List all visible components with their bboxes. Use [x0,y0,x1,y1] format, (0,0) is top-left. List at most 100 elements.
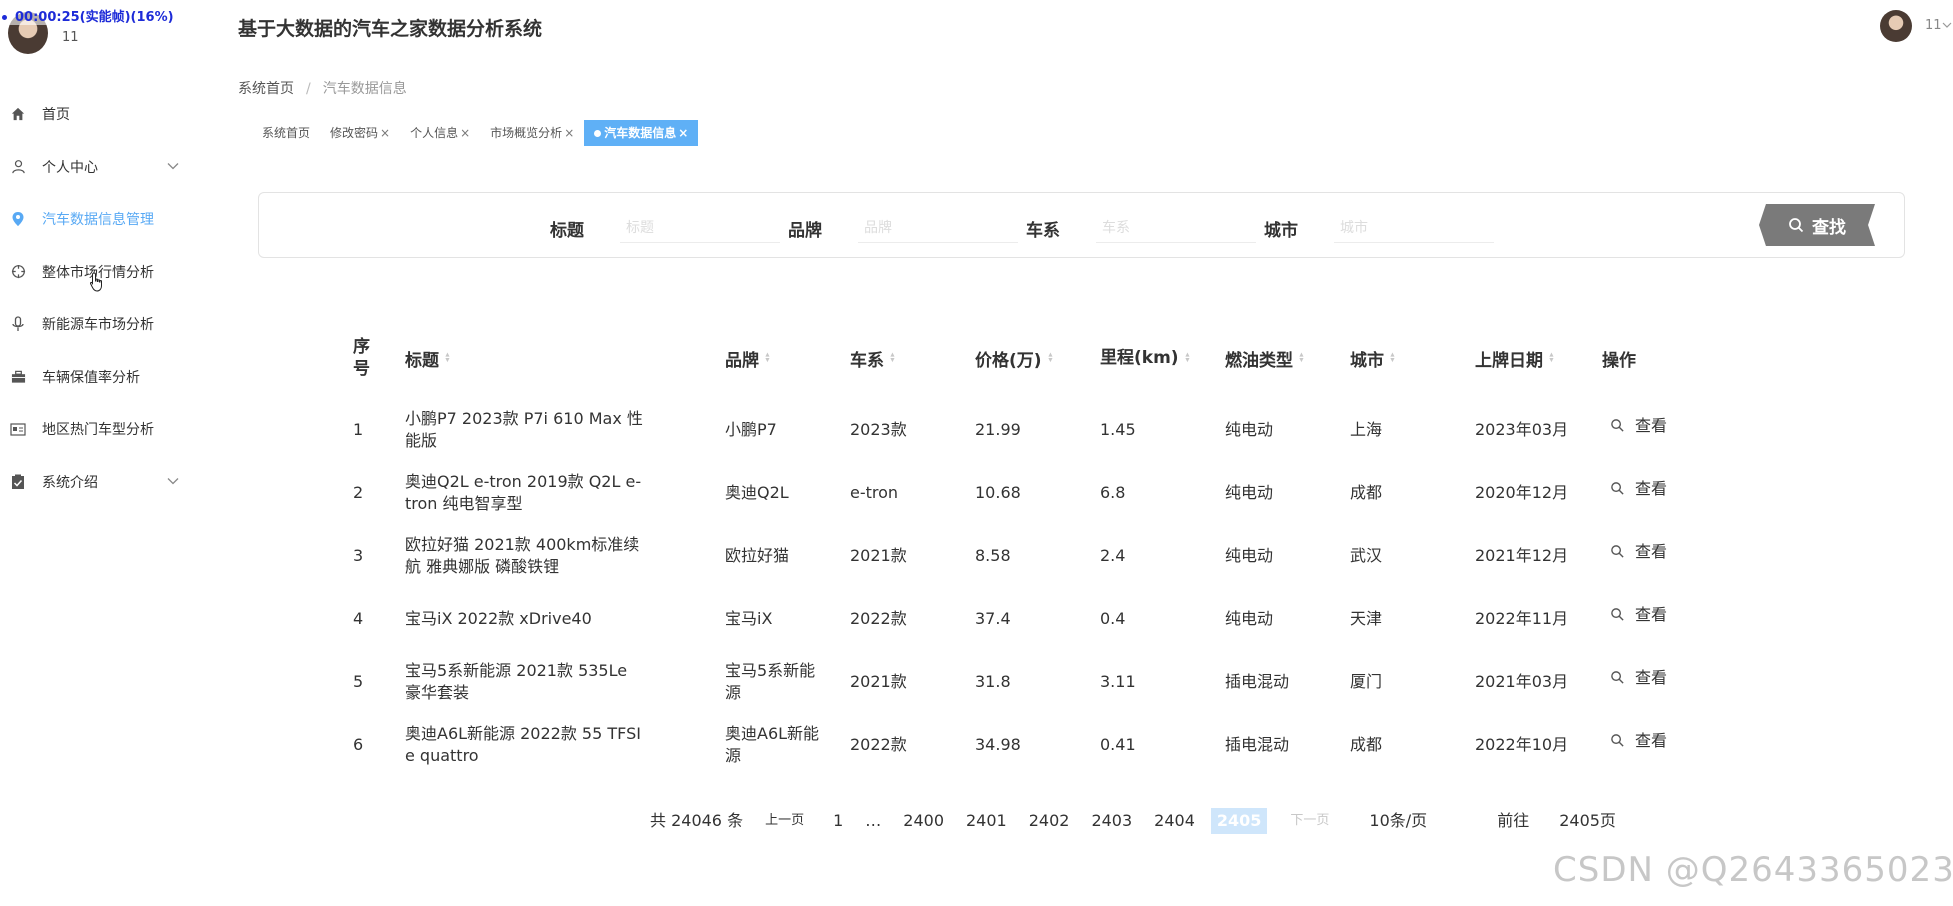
cell-series: 2022款 [850,713,950,776]
cell-reg-date: 2023年03月 [1475,398,1575,461]
sort-arrows-icon[interactable]: ▲ ▼ [1048,352,1052,364]
cell-text: 插电混动 [1225,671,1290,691]
header-username[interactable]: 11 [1925,18,1942,33]
brand-input[interactable] [858,213,1018,243]
page-number[interactable]: 2405 [1210,808,1268,834]
microphone-icon [10,316,26,332]
tab-label: 市场概览分析 [490,126,563,140]
tab-car-data[interactable]: 汽车数据信息 × [584,120,699,146]
series-input[interactable] [1096,213,1256,243]
cell-series: 2022款 [850,587,950,650]
search-label-brand: 品牌 [788,220,822,241]
sort-arrows-icon[interactable]: ▲ ▼ [1549,352,1553,364]
sort-arrows-icon[interactable]: ▲ ▼ [445,352,449,364]
cell-price: 21.99 [975,398,1075,461]
page-title: 基于大数据的汽车之家数据分析系统 [238,18,543,40]
search-button[interactable]: 查找 [1759,204,1875,246]
cell-index: 3 [353,524,373,587]
sidebar-item-label: 首页 [42,107,70,124]
view-button[interactable]: 查看 [1610,541,1667,563]
header-col-brand[interactable]: 品牌 ▲ ▼ [725,318,845,398]
tab-label: 修改密码 [330,126,379,140]
goto-page-input[interactable]: 2405页 [1553,808,1622,834]
cell-text: 31.8 [975,671,1011,691]
chevron-down-icon[interactable] [166,474,180,488]
watermark: CSDN @Q2643365023 [1553,850,1953,890]
cell-text: 宝马iX [725,608,773,628]
sidebar-item-nev-analysis[interactable]: 新能源车市场分析 [0,298,200,351]
chevron-down-icon[interactable] [1942,20,1952,30]
header-col-reg-date[interactable]: 上牌日期 ▲ ▼ [1475,318,1595,398]
page-number[interactable]: 2404 [1148,808,1201,834]
sidebar-item-retention-analysis[interactable]: 车辆保值率分析 [0,351,200,404]
page-number[interactable]: 2403 [1085,808,1138,834]
search-label-series: 车系 [1026,220,1060,241]
page-number[interactable]: 2400 [897,808,950,834]
sort-arrows-icon[interactable]: ▲ ▼ [765,352,769,364]
prev-page-button[interactable]: 上一页 [759,808,810,834]
page-number[interactable]: 2402 [1023,808,1076,834]
header-avatar[interactable] [1880,10,1912,42]
page-ellipsis[interactable]: … [859,808,887,834]
cell-brand: 宝马5系新能源 [725,650,825,713]
chevron-down-icon[interactable] [166,159,180,173]
cell-brand: 小鹏P7 [725,398,825,461]
cell-text: 0.4 [1100,608,1126,628]
sort-arrows-icon[interactable]: ▲ ▼ [1185,352,1189,364]
close-icon[interactable]: × [564,126,574,140]
title-input[interactable] [620,213,780,243]
sidebar-item-personal-center[interactable]: 个人中心 [0,141,200,194]
view-button[interactable]: 查看 [1610,604,1667,626]
cell-text: 奥迪Q2L [725,482,789,502]
header-col-mileage[interactable]: 里程(km) ▲ ▼ [1100,318,1220,398]
close-icon[interactable]: × [460,126,470,140]
close-icon[interactable]: × [678,126,688,140]
cell-title: 欧拉好猫 2021款 400km标准续航 雅典娜版 磷酸铁锂 [405,524,645,587]
search-icon [1611,545,1624,558]
search-icon [1611,419,1624,432]
sidebar-item-label: 汽车数据信息管理 [42,212,154,229]
header-col-series[interactable]: 车系 ▲ ▼ [850,318,970,398]
view-button[interactable]: 查看 [1610,730,1667,752]
page-number[interactable]: 1 [827,808,849,834]
cell-brand: 奥迪Q2L [725,461,825,524]
sidebar-item-regional-analysis[interactable]: 地区热门车型分析 [0,403,200,456]
cell-text: 2022款 [850,608,907,628]
cell-mileage: 2.4 [1100,524,1200,587]
sidebar-item-home[interactable]: 首页 [0,88,200,141]
sidebar-item-car-data[interactable]: 汽车数据信息管理 [0,193,200,246]
close-icon[interactable]: × [380,126,390,140]
next-page-button[interactable]: 下一页 [1284,808,1335,834]
header-label: 上牌日期 [1475,350,1543,371]
sort-arrows-icon[interactable]: ▲ ▼ [1299,352,1303,364]
sidebar-item-system-intro[interactable]: 系统介绍 [0,456,200,509]
header-col-city[interactable]: 城市 ▲ ▼ [1350,318,1470,398]
tab-home[interactable]: 系统首页 [252,120,320,146]
view-button[interactable]: 查看 [1610,667,1667,689]
cell-text: 小鹏P7 2023款 P7i 610 Max 性能版 [405,408,643,450]
sort-arrows-icon[interactable]: ▲ ▼ [890,352,894,364]
tab-market-overview[interactable]: 市场概览分析 × [480,120,584,146]
view-button[interactable]: 查看 [1610,478,1667,500]
sort-arrows-icon[interactable]: ▲ ▼ [1390,352,1394,364]
header-col-fuel-type[interactable]: 燃油类型 ▲ ▼ [1225,318,1345,398]
cell-text: 成都 [1350,734,1383,754]
page-size-select[interactable]: 10条/页 [1363,808,1433,834]
breadcrumb-home[interactable]: 系统首页 [238,81,294,97]
cell-text: 1.45 [1100,419,1136,439]
header-col-price[interactable]: 价格(万) ▲ ▼ [975,318,1095,398]
header-col-title[interactable]: 标题 ▲ ▼ [405,318,705,398]
sidebar: 00:00:25(实能帧)(16%) 11 首页 个人中心 汽车数据信息管理 整… [0,0,200,906]
search-label-city: 城市 [1264,220,1298,241]
cell-actions: 查看 [1610,709,1690,772]
tab-personal-info[interactable]: 个人信息 × [400,120,480,146]
city-input[interactable] [1334,213,1494,243]
cell-actions: 查看 [1610,583,1690,646]
cell-title: 奥迪Q2L e-tron 2019款 Q2L e-tron 纯电智享型 [405,461,645,524]
page-number[interactable]: 2401 [960,808,1013,834]
tab-change-password[interactable]: 修改密码 × [320,120,400,146]
cell-city: 天津 [1350,587,1450,650]
view-button[interactable]: 查看 [1610,415,1667,437]
pagination: 共 24046 条 上一页 1 … 2400 2401 2402 2403 2404 2405… [644,808,1622,834]
cell-text: 纯电动 [1225,482,1274,502]
